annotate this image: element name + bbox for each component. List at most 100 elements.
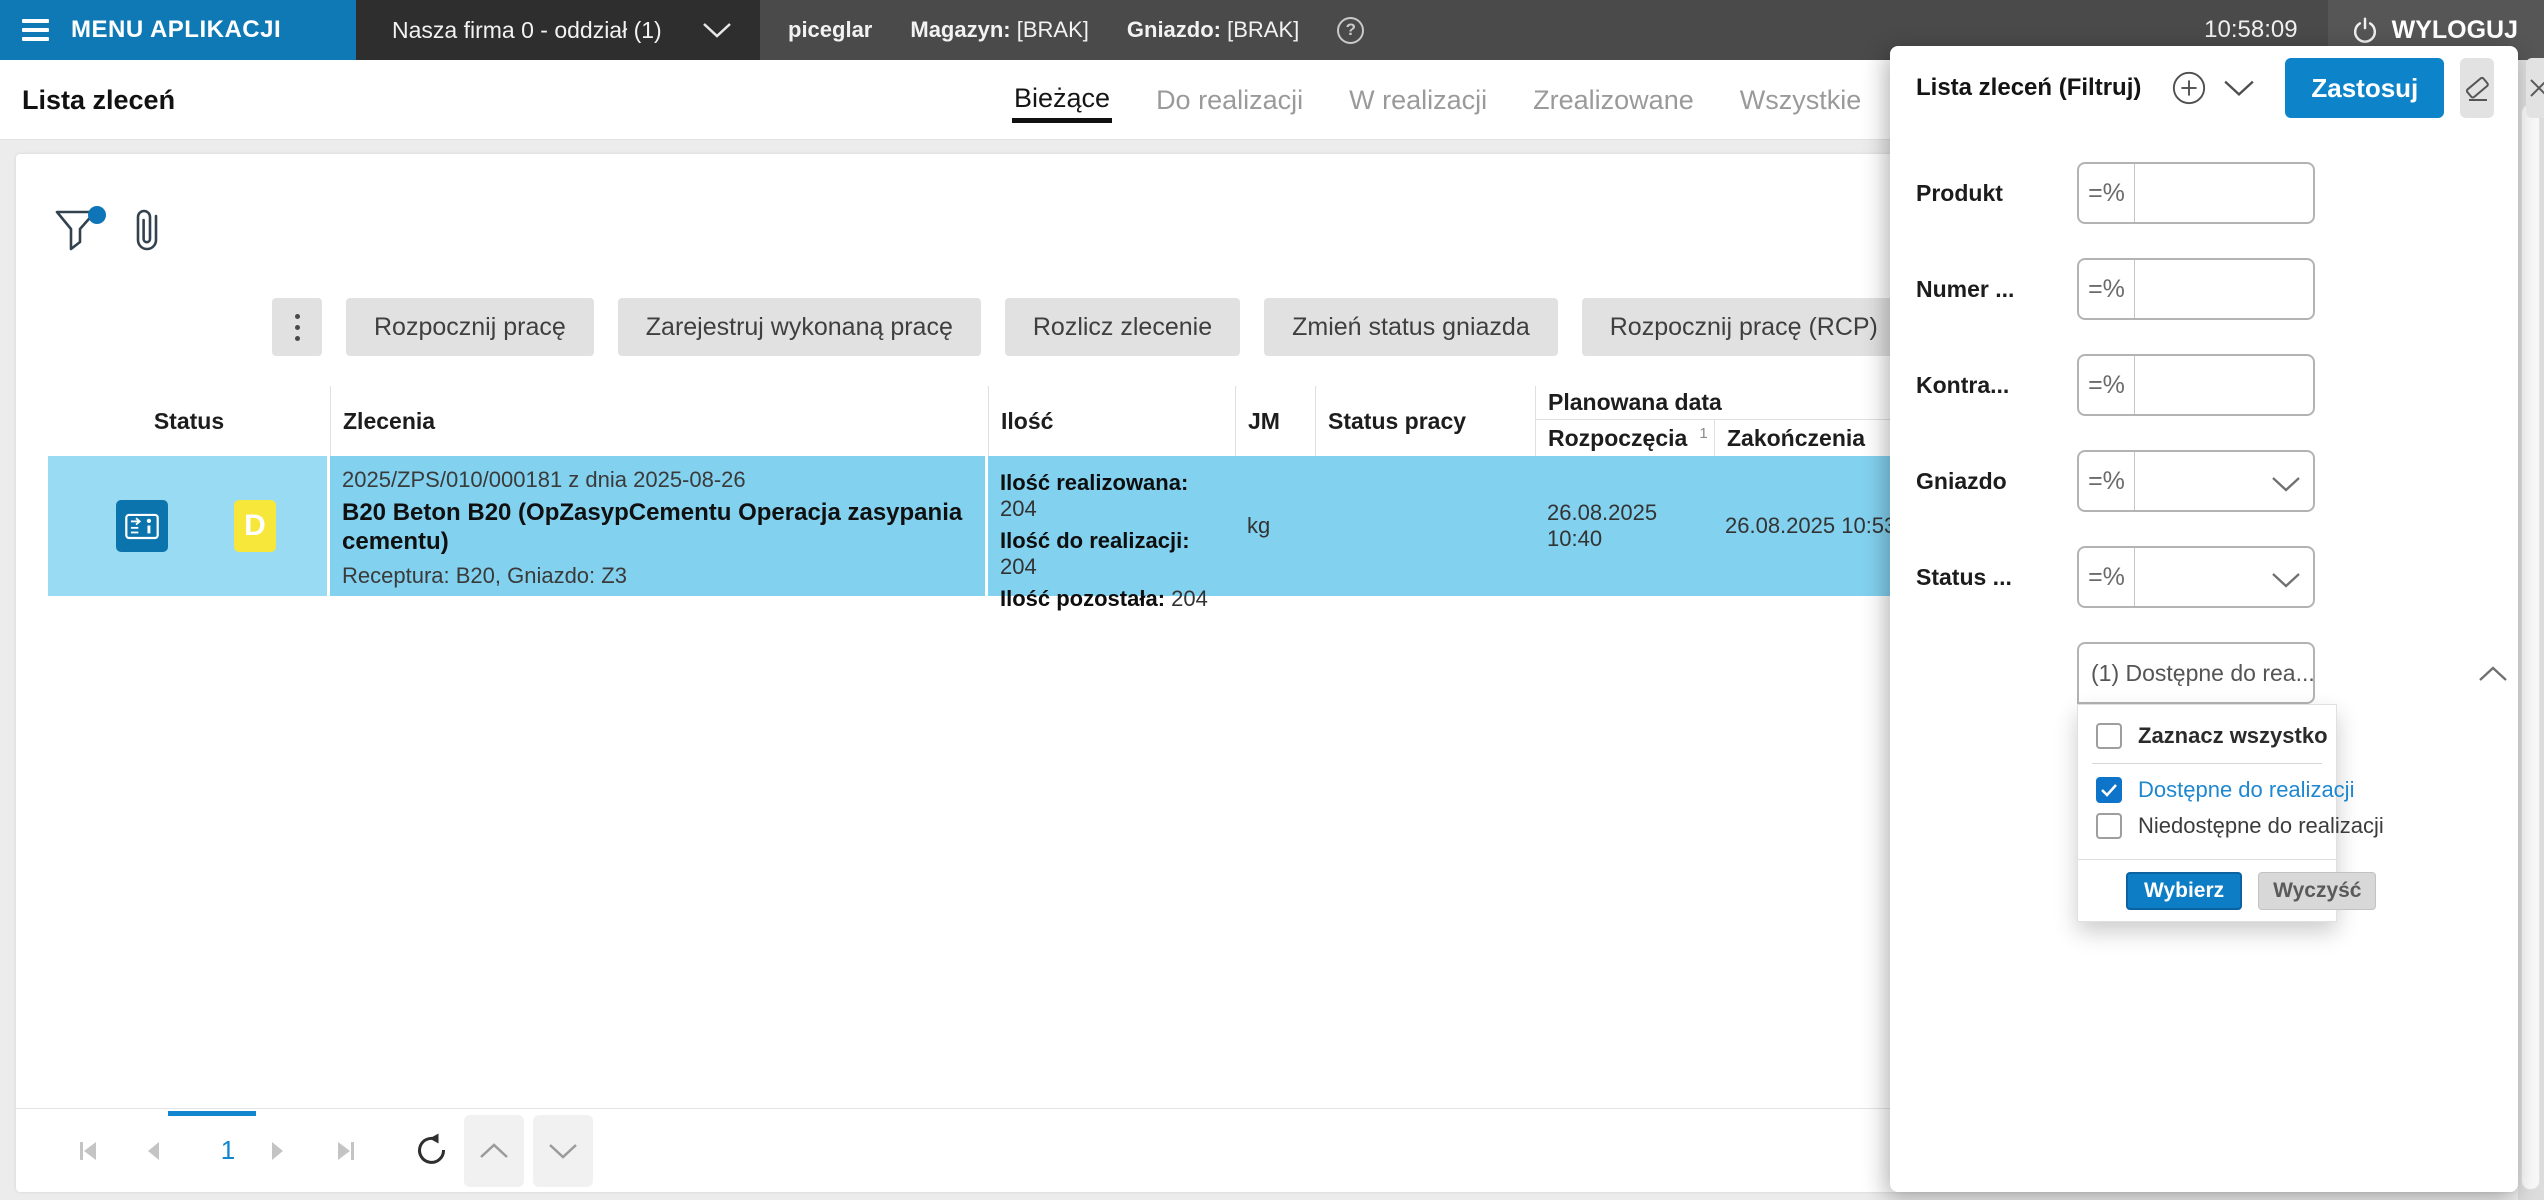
last-page-button[interactable] <box>331 1109 359 1192</box>
paperclip-icon[interactable] <box>129 204 165 254</box>
add-filter-button[interactable] <box>2171 70 2207 106</box>
sort-order-number: 1 <box>1699 425 1707 442</box>
filter-field-gniazdo: Gniazdo =% <box>1890 450 2518 512</box>
filter-field-numer: Numer ... =% <box>1890 258 2518 320</box>
settle-order-button[interactable]: Rozlicz zlecenie <box>1005 298 1240 356</box>
operator-selector[interactable]: =% <box>2079 164 2135 222</box>
availability-dropdown: Zaznacz wszystko Dostępne do realizacji … <box>2077 704 2337 922</box>
option-niedostepne[interactable]: Niedostępne do realizacji <box>2096 813 2384 839</box>
company-name: Nasza firma 0 - oddział (1) <box>392 17 662 44</box>
choose-button[interactable]: Wybierz <box>2126 872 2242 910</box>
app-window: MENU APLIKACJI Nasza firma 0 - oddział (… <box>0 0 2544 1200</box>
col-jm[interactable]: JM <box>1235 386 1315 456</box>
scrollbar-thumb[interactable] <box>2521 104 2540 1190</box>
filter-presets-button[interactable] <box>2223 79 2255 97</box>
filter-field-produkt: Produkt =% <box>1890 162 2518 224</box>
qty-to-realize: Ilość do realizacji: 204 <box>1000 528 1223 580</box>
help-icon[interactable]: ? <box>1337 17 1364 44</box>
status-select[interactable] <box>2135 548 2313 606</box>
clear-button[interactable]: Wyczyść <box>2258 872 2376 910</box>
row-status-cell: D <box>48 456 330 596</box>
qty-realized: Ilość realizowana: 204 <box>1000 470 1223 522</box>
tab-w-realizacji[interactable]: W realizacji <box>1347 79 1489 122</box>
kebab-icon <box>295 314 300 341</box>
option-dostepne[interactable]: Dostępne do realizacji <box>2096 777 2354 803</box>
operator-selector[interactable]: =% <box>2079 548 2135 606</box>
change-slot-status-button[interactable]: Zmień status gniazda <box>1264 298 1558 356</box>
col-ilosc[interactable]: Ilość <box>988 386 1235 456</box>
tab-zrealizowane[interactable]: Zrealizowane <box>1531 79 1696 122</box>
filter-field-kontrahent: Kontra... =% <box>1890 354 2518 416</box>
tab-wszystkie[interactable]: Wszystkie <box>1738 79 1864 122</box>
availability-multiselect[interactable]: (1) Dostępne do rea... <box>2077 642 2315 704</box>
company-selector[interactable]: Nasza firma 0 - oddział (1) <box>356 0 760 60</box>
chevron-up-icon <box>479 1143 509 1159</box>
app-menu-button[interactable]: MENU APLIKACJI <box>0 0 356 60</box>
start-work-rcp-button[interactable]: Rozpocznij pracę (RCP) <box>1582 298 1906 356</box>
filter-panel-title: Lista zleceń (Filtruj) <box>1916 74 2141 102</box>
chevron-up-icon[interactable] <box>2478 666 2508 682</box>
first-page-button[interactable] <box>75 1109 103 1192</box>
numer-input[interactable] <box>2135 260 2313 318</box>
order-number: 2025/ZPS/010/000181 z dnia 2025-08-26 <box>342 467 973 493</box>
session-info: piceglar Magazyn: [BRAK] Gniazdo: [BRAK]… <box>760 0 1364 60</box>
circle-plus-icon <box>2171 70 2207 106</box>
checkbox-niedostepne[interactable] <box>2096 813 2122 839</box>
clear-filter-button[interactable] <box>2460 58 2494 118</box>
next-page-button[interactable] <box>263 1109 289 1192</box>
filter-panel-header: Lista zleceń (Filtruj) Zastosuj <box>1890 58 2518 118</box>
chevron-down-icon <box>548 1143 578 1159</box>
operator-selector[interactable]: =% <box>2079 452 2135 510</box>
page-scrollbar <box>2518 60 2544 1200</box>
row-qty-cell: Ilość realizowana: 204 Ilość do realizac… <box>988 456 1235 596</box>
chevron-down-icon <box>2223 79 2255 97</box>
status-badge: D <box>234 500 276 552</box>
row-order-cell: 2025/ZPS/010/000181 z dnia 2025-08-26 B2… <box>330 456 988 596</box>
row-work-status-cell <box>1315 456 1535 596</box>
magazyn-info: Magazyn: [BRAK] <box>910 17 1089 43</box>
kontrahent-input[interactable] <box>2135 356 2313 414</box>
filter-panel: Lista zleceń (Filtruj) Zastosuj <box>1890 46 2518 1192</box>
col-status[interactable]: Status <box>48 386 330 456</box>
checkbox-select-all[interactable] <box>2096 723 2122 749</box>
checkmark-icon <box>2100 783 2118 797</box>
col-rozpoczecia[interactable]: Rozpoczęcia 1 <box>1536 420 1714 456</box>
close-panel-button[interactable] <box>2526 58 2544 118</box>
logout-label: WYLOGUJ <box>2392 16 2518 45</box>
checkbox-dostepne[interactable] <box>2096 777 2122 803</box>
power-icon <box>2350 15 2380 45</box>
select-all-option[interactable]: Zaznacz wszystko <box>2096 723 2328 749</box>
order-details: Receptura: B20, Gniazdo: Z3 <box>342 563 973 589</box>
prev-page-button[interactable] <box>142 1109 168 1192</box>
app-menu-label: MENU APLIKACJI <box>71 16 281 44</box>
gniazdo-info: Gniazdo: [BRAK] <box>1127 17 1299 43</box>
start-work-button[interactable]: Rozpocznij pracę <box>346 298 594 356</box>
produkt-input[interactable] <box>2135 164 2313 222</box>
refresh-icon <box>413 1133 449 1169</box>
row-start-date-cell: 26.08.2025 10:40 <box>1535 456 1713 596</box>
dropdown-divider <box>2092 763 2322 764</box>
gniazdo-select[interactable] <box>2135 452 2313 510</box>
current-page-number[interactable]: 1 <box>192 1109 264 1192</box>
more-actions-button[interactable] <box>272 298 322 356</box>
first-page-icon <box>76 1138 102 1164</box>
tab-bar: Bieżące Do realizacji W realizacji Zreal… <box>1012 60 1863 140</box>
register-work-button[interactable]: Zarejestruj wykonaną pracę <box>618 298 981 356</box>
next-page-icon <box>263 1138 289 1164</box>
eraser-icon <box>2460 71 2494 105</box>
scroll-down-button[interactable] <box>533 1115 593 1187</box>
doc-info-icon <box>116 500 168 552</box>
refresh-button[interactable] <box>412 1109 450 1192</box>
user-name: piceglar <box>788 17 872 43</box>
col-zlecenia[interactable]: Zlecenia <box>330 386 988 456</box>
apply-filter-button[interactable]: Zastosuj <box>2285 58 2444 118</box>
tab-biezace[interactable]: Bieżące <box>1012 77 1112 123</box>
filter-funnel-icon[interactable] <box>52 206 110 252</box>
order-product: B20 Beton B20 (OpZasypCementu Operacja z… <box>342 498 973 557</box>
operator-selector[interactable]: =% <box>2079 260 2135 318</box>
last-page-icon <box>332 1138 358 1164</box>
scroll-up-button[interactable] <box>464 1115 524 1187</box>
operator-selector[interactable]: =% <box>2079 356 2135 414</box>
tab-do-realizacji[interactable]: Do realizacji <box>1154 79 1305 122</box>
col-status-pracy[interactable]: Status pracy <box>1315 386 1535 456</box>
